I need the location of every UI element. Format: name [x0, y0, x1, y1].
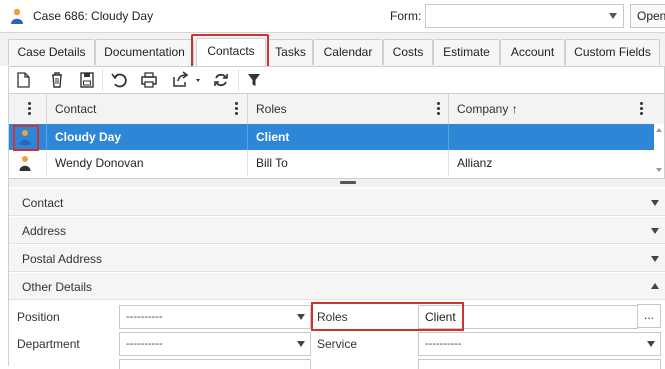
- contact-cell: Cloudy Day: [47, 124, 248, 150]
- roles-cell: Bill To: [248, 150, 449, 176]
- section-other-details[interactable]: Other Details: [9, 273, 665, 300]
- chevron-down-icon: [651, 200, 659, 206]
- contact-column-header[interactable]: Contact: [47, 94, 248, 124]
- position-select[interactable]: ----------: [119, 305, 311, 329]
- scroll-down-icon[interactable]: [656, 168, 662, 172]
- chevron-down-icon: [651, 256, 659, 262]
- save-icon[interactable]: [75, 69, 99, 91]
- section-label: Postal Address: [22, 252, 103, 266]
- tab-account[interactable]: Account: [500, 39, 565, 65]
- tab-calendar[interactable]: Calendar: [313, 39, 383, 65]
- form-label: Form:: [390, 9, 422, 23]
- company-cell: Allianz: [457, 156, 493, 170]
- section-contact[interactable]: Contact: [9, 189, 665, 216]
- table-row[interactable]: Wendy Donovan Bill To Allianz: [9, 150, 654, 176]
- roles-highlight: [311, 302, 464, 331]
- tab-documentation[interactable]: Documentation: [95, 39, 194, 65]
- tab-case-details[interactable]: Case Details: [8, 39, 95, 65]
- tab-estimate[interactable]: Estimate: [433, 39, 500, 65]
- tab-costs[interactable]: Costs: [383, 39, 433, 65]
- department-label: Department: [17, 337, 80, 351]
- contact-cell: Wendy Donovan: [47, 150, 248, 176]
- department-value: ----------: [126, 338, 163, 350]
- person-icon: [19, 156, 31, 171]
- service-label: Service: [317, 337, 358, 351]
- toolbar: [8, 66, 665, 93]
- section-label: Other Details: [22, 280, 93, 294]
- scroll-up-icon[interactable]: [656, 128, 662, 132]
- company-column-label: Company ↑: [457, 102, 518, 116]
- panel-splitter[interactable]: [8, 179, 665, 187]
- section-postal-address[interactable]: Postal Address: [9, 245, 665, 272]
- delete-icon[interactable]: [45, 69, 69, 91]
- drag-handle-icon[interactable]: [340, 181, 356, 184]
- column-menu-icon[interactable]: [28, 102, 31, 117]
- chevron-down-icon: [647, 341, 655, 347]
- row-menu-column[interactable]: [9, 94, 47, 124]
- next-field-select[interactable]: [418, 359, 661, 369]
- section-label: Address: [22, 224, 67, 238]
- chevron-down-icon: [651, 228, 659, 234]
- open-button[interactable]: Open: [630, 4, 665, 28]
- chevron-up-icon: [651, 283, 659, 289]
- column-menu-icon[interactable]: [235, 102, 238, 117]
- roles-column-header[interactable]: Roles: [248, 94, 449, 124]
- column-menu-icon[interactable]: [640, 102, 643, 117]
- department-select[interactable]: ----------: [119, 332, 311, 356]
- tab-strip: Case Details Documentation Contacts Task…: [0, 33, 665, 66]
- export-icon[interactable]: [169, 69, 203, 91]
- contact-column-label: Contact: [55, 102, 97, 116]
- grid-header: Contact Roles Company ↑: [9, 94, 664, 125]
- tab-custom-fields[interactable]: Custom Fields: [565, 39, 660, 65]
- form-select[interactable]: [425, 4, 624, 28]
- contacts-grid: Contact Roles Company ↑ Cloudy Day Clien…: [8, 93, 665, 179]
- print-icon[interactable]: [137, 69, 161, 91]
- service-value: ----------: [425, 338, 462, 350]
- row-icon-highlight: [13, 125, 39, 151]
- case-title: Case 686: Cloudy Day: [33, 9, 154, 23]
- roles-column-label: Roles: [256, 102, 287, 116]
- position-label: Position: [17, 310, 60, 324]
- column-menu-icon[interactable]: [437, 102, 440, 117]
- tab-tasks[interactable]: Tasks: [268, 39, 313, 65]
- table-row[interactable]: Cloudy Day Client: [9, 124, 654, 150]
- new-icon[interactable]: [11, 69, 35, 91]
- company-cell: [449, 124, 654, 150]
- refresh-icon[interactable]: [209, 69, 233, 91]
- company-column-header[interactable]: Company ↑: [449, 94, 664, 124]
- chevron-down-icon: [609, 13, 617, 19]
- person-icon: [11, 8, 23, 24]
- row-icon-cell: [9, 150, 47, 176]
- next-field-select[interactable]: [119, 359, 311, 369]
- service-select[interactable]: ----------: [418, 332, 661, 356]
- roles-lookup-button[interactable]: ...: [637, 304, 661, 328]
- position-value: ----------: [126, 311, 163, 323]
- undo-icon[interactable]: [107, 69, 131, 91]
- roles-cell: Client: [248, 124, 449, 150]
- filter-icon[interactable]: [242, 69, 266, 91]
- chevron-down-icon: [297, 341, 305, 347]
- chevron-down-icon: [297, 314, 305, 320]
- section-address[interactable]: Address: [9, 217, 665, 244]
- section-label: Contact: [22, 196, 64, 210]
- grid-scrollbar[interactable]: [654, 124, 664, 178]
